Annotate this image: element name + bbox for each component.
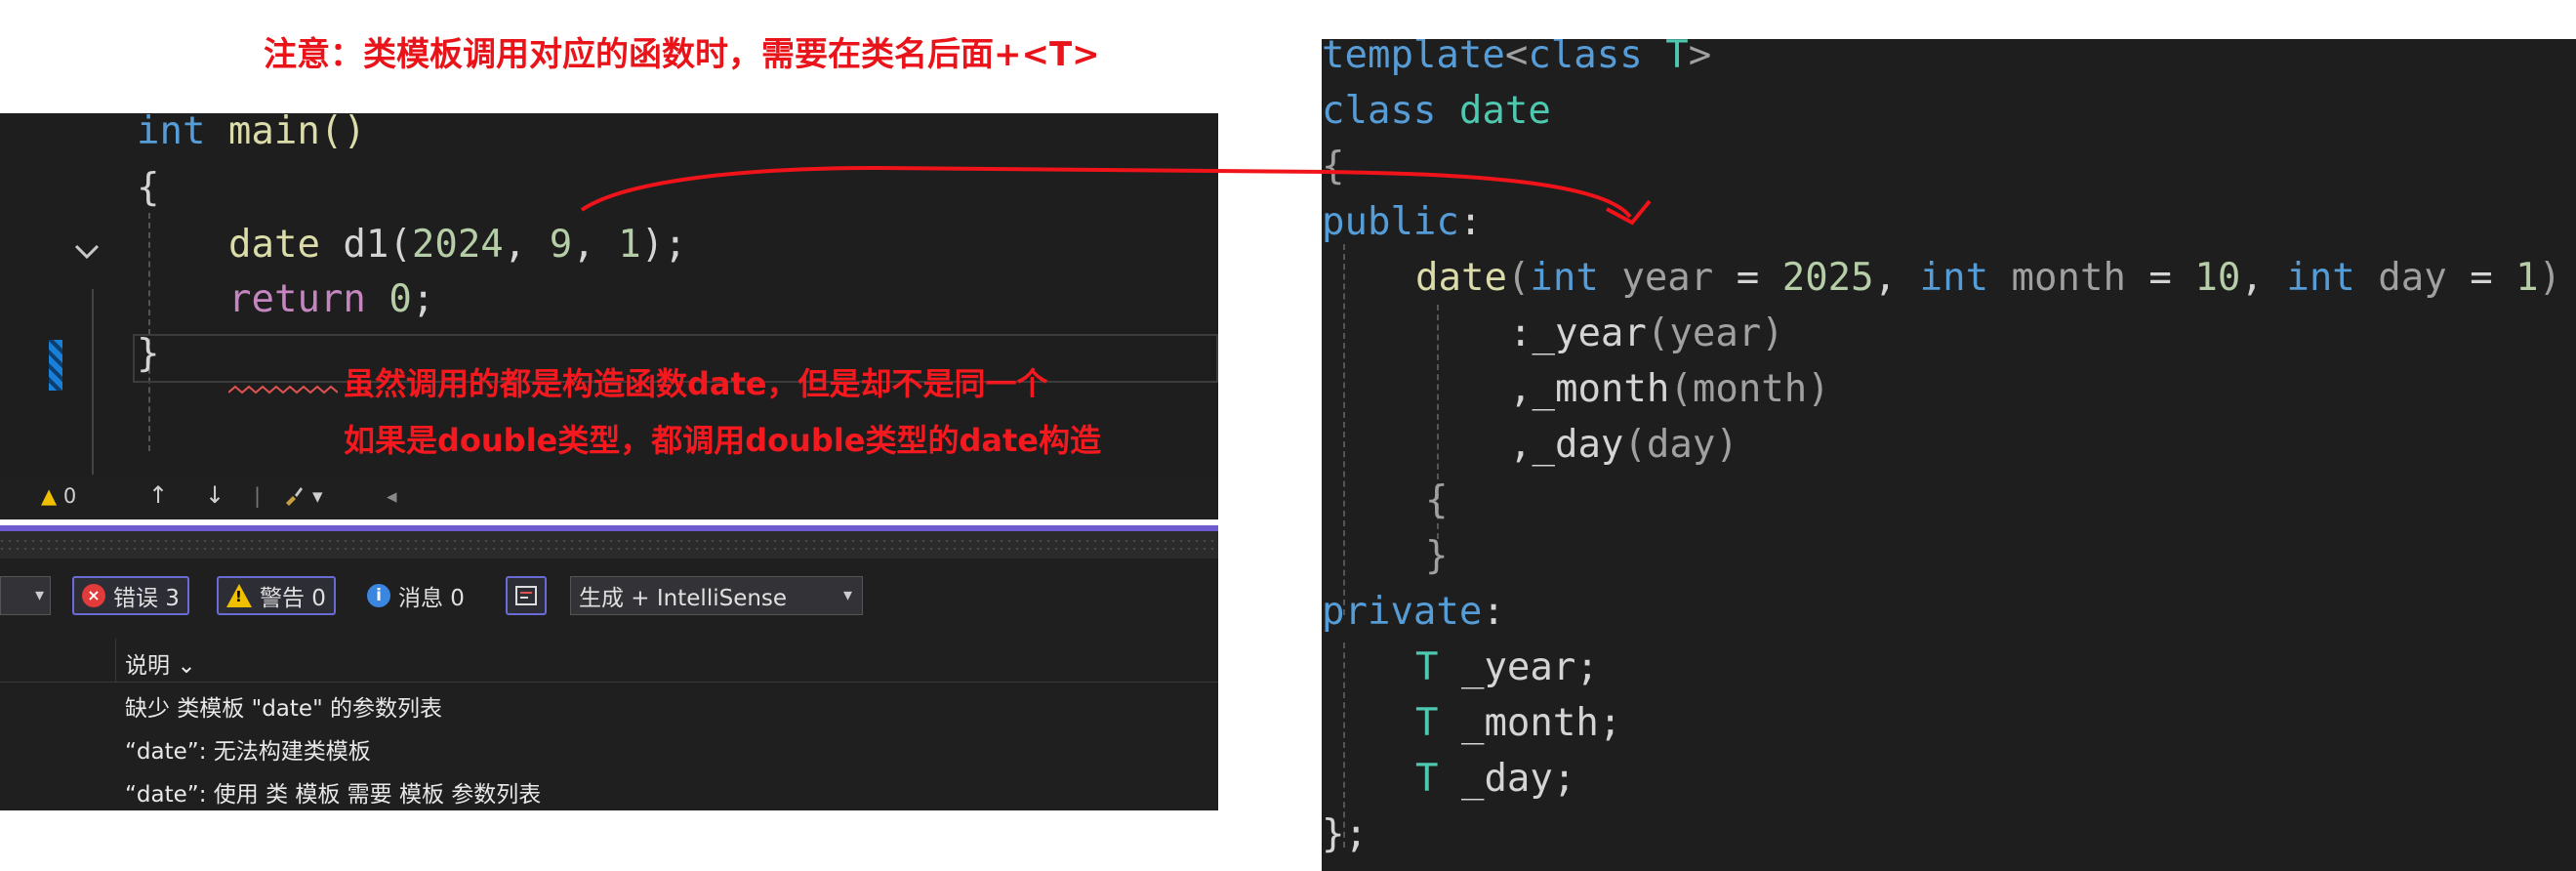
code-line-2: {	[137, 166, 160, 210]
panel-splitter[interactable]	[0, 531, 1218, 559]
filter-icon	[515, 586, 537, 605]
code-line-10: }	[1425, 534, 1449, 578]
code-line-1: template<class T>	[1322, 39, 1712, 77]
filter-toggle-button[interactable]	[506, 576, 547, 615]
column-divider	[115, 639, 116, 682]
code-line-8: ,_day(day)	[1509, 423, 1738, 467]
annotation-line-2: 如果是double类型，都调用double类型的date构造	[344, 422, 1102, 459]
info-icon: i	[367, 584, 390, 607]
code-line-4: return 0;	[228, 277, 435, 321]
error-squiggle	[228, 385, 338, 394]
warnings-filter-button[interactable]: ! 警告 0	[217, 576, 336, 615]
code-line-2: class date	[1322, 89, 1551, 133]
code-line-5: }	[137, 332, 160, 376]
collapse-chevron-icon[interactable]	[72, 237, 102, 267]
code-line-15: };	[1322, 812, 1368, 856]
code-line-14: T _day;	[1415, 757, 1576, 801]
error-row[interactable]: “date”: 无法构建类模板	[125, 732, 371, 766]
code-line-13: T _month;	[1415, 701, 1622, 745]
scope-guide	[92, 289, 94, 475]
separator: |	[254, 484, 262, 508]
code-line-1: int main()	[137, 113, 366, 153]
code-line-7: ,_month(month)	[1509, 367, 1830, 411]
code-line-9: {	[1425, 478, 1449, 522]
scope-dropdown[interactable]: ▾	[0, 576, 51, 615]
messages-filter-button[interactable]: i 消息 0	[367, 576, 465, 615]
warning-indicator[interactable]: ▲ 0	[41, 484, 76, 508]
arrow-down-icon[interactable]: ↓	[205, 481, 225, 509]
brush-caret-icon[interactable]: ▾	[312, 484, 323, 508]
code-line-5: date(int year = 2025, int month = 10, in…	[1415, 256, 2562, 300]
code-line-12: T _year;	[1415, 645, 1599, 689]
code-line-4: public:	[1322, 200, 1483, 244]
arrow-up-icon[interactable]: ↑	[148, 481, 168, 509]
indent-guide	[1343, 244, 1345, 615]
change-marker	[49, 340, 62, 391]
warning-icon: ▲	[41, 484, 58, 508]
error-list: 说明 ⌄ 缺少 类模板 "date" 的参数列表 “date”: 无法构建类模板…	[0, 639, 1218, 810]
error-list-toolbar: ▾ × 错误 3 ! 警告 0 i 消息 0 生成 + IntelliSense…	[0, 559, 1218, 639]
top-note: 注意：类模板调用对应的函数时，需要在类名后面+<T>	[264, 35, 1100, 74]
chevron-down-icon: ▾	[842, 585, 852, 605]
scroll-left-icon[interactable]: ◂	[387, 484, 397, 508]
error-list-header[interactable]: 说明 ⌄	[0, 639, 1218, 683]
build-source-dropdown[interactable]: 生成 + IntelliSense ▾	[570, 576, 863, 615]
errors-filter-button[interactable]: × 错误 3	[72, 576, 189, 615]
error-row[interactable]: 缺少 类模板 "date" 的参数列表	[125, 689, 442, 723]
editor-status-strip: ▲ 0 ↑ ↓ | ▾ ◂	[0, 475, 1218, 519]
code-line-3: date d1(2024, 9, 1);	[228, 223, 687, 267]
brush-icon[interactable]	[283, 484, 305, 511]
code-line-6: :_year(year)	[1509, 311, 1784, 355]
code-line-11: private:	[1322, 590, 1505, 634]
error-row[interactable]: “date”: 使用 类 模板 需要 模板 参数列表	[125, 775, 541, 809]
right-code-editor[interactable]: template<class T> class date { public: d…	[1322, 39, 2576, 871]
sort-chevron-icon[interactable]: ⌄	[177, 653, 195, 679]
error-icon: ×	[82, 584, 105, 607]
code-line-3: {	[1322, 145, 1345, 188]
warning-icon: !	[226, 584, 252, 607]
annotation-line-1: 虽然调用的都是构造函数date，但是却不是同一个	[344, 365, 1048, 402]
description-column-header[interactable]: 说明 ⌄	[125, 646, 196, 680]
